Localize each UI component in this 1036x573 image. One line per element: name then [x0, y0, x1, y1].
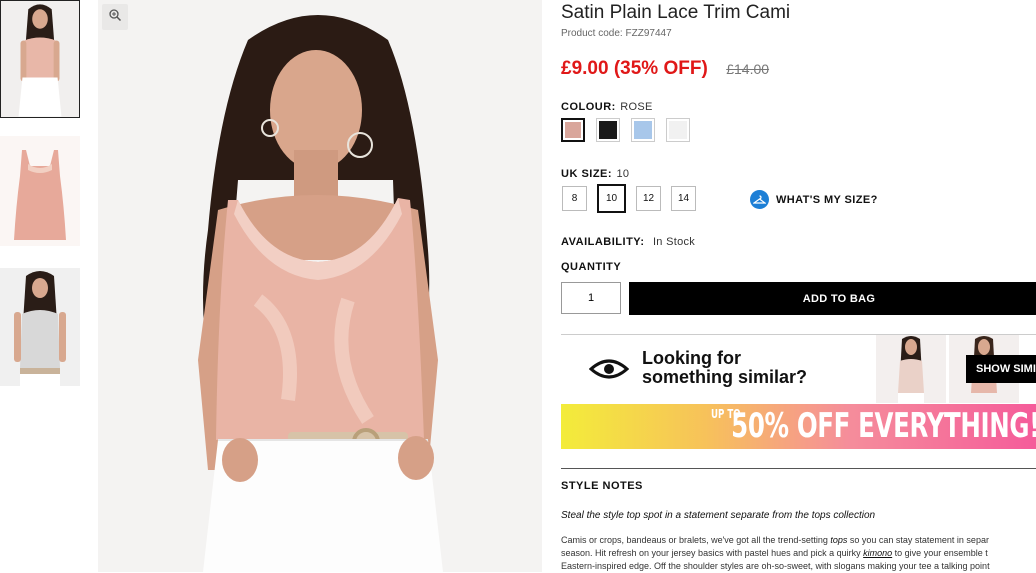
product-code-label: Product code: — [561, 28, 623, 39]
swatch-blue[interactable] — [631, 118, 655, 142]
product-code: Product code: FZZ97447 — [561, 28, 672, 39]
swatch-black[interactable] — [596, 118, 620, 142]
promo-headline: 50% OFF EVERYTHING! — [731, 406, 1036, 446]
description-text: so you can stay statement in separ — [847, 535, 989, 545]
description-line: Camis or crops, bandeaus or bralets, we'… — [561, 534, 1036, 547]
quantity-label: QUANTITY — [561, 261, 622, 273]
size-guide-label: WHAT'S MY SIZE? — [776, 193, 878, 206]
style-notes-description: Camis or crops, bandeaus or bralets, we'… — [561, 534, 1036, 573]
colour-label: COLOUR: — [561, 101, 616, 113]
size-guide-link[interactable]: WHAT'S MY SIZE? — [750, 190, 878, 209]
eye-icon — [588, 357, 630, 386]
thumbnail-model-front[interactable] — [0, 0, 80, 118]
size-options: 8 10 12 14 — [562, 184, 696, 213]
original-price: £14.00 — [726, 61, 770, 77]
price-row: £9.00 (35% OFF) £14.00 — [561, 58, 769, 80]
promo-prefix: UP TO — [711, 407, 741, 421]
hanger-icon — [750, 190, 769, 209]
availability-row: AVAILABILITY: In Stock — [561, 232, 695, 250]
divider — [561, 468, 1036, 469]
show-similar-button[interactable]: SHOW SIMI — [966, 355, 1036, 383]
description-text: to give your ensemble t — [892, 548, 988, 558]
similar-line-2: something similar? — [642, 367, 808, 387]
size-label: UK SIZE: — [561, 168, 613, 180]
thumbnail-product-flat[interactable] — [0, 136, 80, 246]
style-notes-heading: STYLE NOTES — [561, 480, 643, 492]
size-option-12[interactable]: 12 — [636, 186, 661, 211]
similar-line-1: Looking for — [642, 348, 741, 368]
colour-selected: ROSE — [620, 101, 653, 113]
add-to-bag-button[interactable]: ADD TO BAG — [629, 282, 1036, 315]
similar-heading: Looking for something similar? — [642, 349, 807, 387]
size-row: UK SIZE: 10 — [561, 164, 629, 182]
thumbnail-model-white[interactable] — [0, 268, 80, 386]
description-line: season. Hit refresh on your jersey basic… — [561, 547, 1036, 560]
swatch-rose[interactable] — [561, 118, 585, 142]
swatch-white[interactable] — [666, 118, 690, 142]
size-selected: 10 — [616, 168, 630, 180]
promo-text: UP TO50% OFF EVERYTHING! — [711, 406, 1036, 446]
promo-banner[interactable]: UP TO50% OFF EVERYTHING! — [561, 404, 1036, 449]
kimono-link[interactable]: kimono — [863, 548, 892, 558]
style-notes-tagline: Steal the style top spot in a statement … — [561, 510, 876, 521]
description-text: Camis or crops, bandeaus or bralets, we'… — [561, 535, 831, 545]
similar-items-banner: Looking for something similar? SHOW SIMI — [561, 335, 1036, 403]
size-option-14[interactable]: 14 — [671, 186, 696, 211]
colour-row: COLOUR: ROSE — [561, 97, 653, 115]
sale-price: £9.00 (35% OFF) — [561, 58, 708, 79]
zoom-button[interactable] — [102, 4, 128, 30]
description-text: season. Hit refresh on your jersey basic… — [561, 548, 864, 558]
zoom-icon — [108, 8, 122, 27]
size-option-10[interactable]: 10 — [597, 184, 626, 213]
availability-label: AVAILABILITY: — [561, 236, 645, 248]
size-option-8[interactable]: 8 — [562, 186, 587, 211]
product-title: Satin Plain Lace Trim Cami — [561, 2, 791, 23]
availability-value: In Stock — [652, 236, 696, 248]
colour-swatches — [561, 118, 690, 142]
description-line: Eastern-inspired edge. Off the shoulder … — [561, 561, 990, 571]
similar-model-image — [876, 335, 946, 403]
tops-link[interactable]: tops — [830, 535, 847, 545]
product-code-value: FZZ97447 — [625, 28, 672, 39]
main-product-image — [98, 0, 542, 572]
quantity-input[interactable] — [561, 282, 621, 314]
